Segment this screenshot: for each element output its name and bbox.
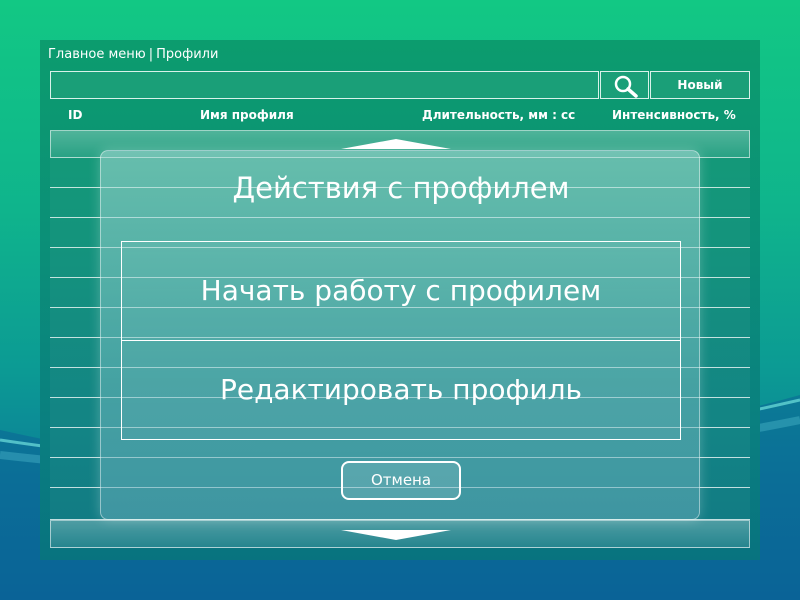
scroll-down-button[interactable] xyxy=(50,520,750,548)
profile-actions-dialog: Действия с профилем Начать работу с проф… xyxy=(100,150,700,520)
cancel-button[interactable]: Отмена xyxy=(341,461,461,500)
new-profile-button[interactable]: Новый xyxy=(650,71,750,99)
breadcrumb-main-menu[interactable]: Главное меню xyxy=(48,47,146,62)
column-header-id[interactable]: ID xyxy=(68,108,82,122)
search-button[interactable] xyxy=(600,71,649,99)
column-header-profile-name[interactable]: Имя профиля xyxy=(200,108,294,122)
breadcrumb-current: Профили xyxy=(156,47,219,62)
column-header-intensity[interactable]: Интенсивность, % xyxy=(612,108,736,122)
arrow-down-icon xyxy=(341,530,451,540)
start-profile-button[interactable]: Начать работу с профилем xyxy=(121,241,681,341)
edit-profile-button[interactable]: Редактировать профиль xyxy=(121,340,681,440)
breadcrumb: Главное меню | Профили xyxy=(48,47,218,62)
search-icon xyxy=(614,75,638,98)
breadcrumb-separator: | xyxy=(148,47,154,62)
dialog-title: Действия с профилем xyxy=(232,171,570,205)
column-header-duration[interactable]: Длительность, мм : сс xyxy=(422,108,575,122)
search-input[interactable] xyxy=(50,71,599,99)
arrow-up-icon xyxy=(341,139,451,149)
